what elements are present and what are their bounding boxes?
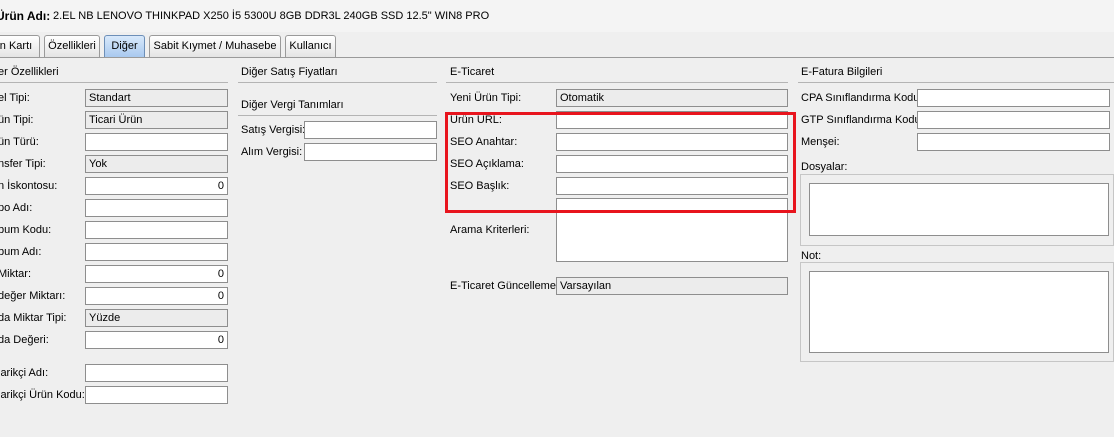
gtp-code-field[interactable]: [917, 111, 1110, 129]
model-type-label: el Tipi:: [0, 92, 30, 104]
origin-label: Menşei:: [801, 136, 840, 148]
highlight-annotation-box: [445, 112, 796, 213]
note-textarea[interactable]: [809, 271, 1109, 353]
discount-field[interactable]: 0: [85, 177, 228, 195]
cpa-code-field[interactable]: [917, 89, 1110, 107]
quantity-label: Miktar:: [0, 268, 31, 280]
gtp-code-label: GTP Sınıflandırma Kodu:: [801, 114, 924, 126]
value-quantity-field[interactable]: 0: [85, 287, 228, 305]
quantity-field[interactable]: 0: [85, 265, 228, 283]
product-kind-field[interactable]: [85, 133, 228, 151]
transfer-type-label: nsfer Tipi:: [0, 158, 46, 170]
group-name-field[interactable]: [85, 199, 228, 217]
product-type-label: ün Tipi:: [0, 114, 34, 126]
ecommerce-separator: [446, 82, 788, 83]
new-product-type-label: Yeni Ürün Tipi:: [450, 92, 522, 104]
model-type-field[interactable]: Standart: [85, 89, 228, 107]
header-bar: Ürün Adı: 2.EL NB LENOVO THINKPAD X250 İ…: [0, 0, 1114, 32]
einvoice-title: E-Fatura Bilgileri: [801, 66, 883, 78]
sales-tax-field[interactable]: [304, 121, 437, 139]
other-prices-title: Diğer Satış Fiyatları: [241, 66, 338, 78]
sales-tax-label: Satış Vergisi:: [241, 124, 306, 136]
supplier-product-code-label: larikçi Ürün Kodu:: [0, 389, 85, 401]
group-name-label: po Adı:: [0, 202, 33, 214]
transfer-type-field[interactable]: Yok: [85, 155, 228, 173]
other-properties-title: er Özellikleri: [0, 66, 59, 78]
supplier-name-field[interactable]: [85, 364, 228, 382]
quantity-type-field[interactable]: Yüzde: [85, 309, 228, 327]
tab-other[interactable]: Diğer: [104, 35, 145, 57]
cpa-code-label: CPA Sınıflandırma Kodu:: [801, 92, 923, 104]
tab-properties[interactable]: Özellikleri: [44, 35, 100, 57]
value-field[interactable]: 0: [85, 331, 228, 349]
purchase-tax-field[interactable]: [304, 143, 437, 161]
tab-user[interactable]: Kullanıcı: [285, 35, 336, 57]
purchase-tax-label: Alım Vergisi:: [241, 146, 303, 158]
product-kind-label: ün Türü:: [0, 136, 39, 148]
new-product-type-field[interactable]: Otomatik: [556, 89, 788, 107]
quantity-type-label: da Miktar Tipi:: [0, 312, 67, 324]
album-name-field[interactable]: [85, 243, 228, 261]
album-code-label: bum Kodu:: [0, 224, 52, 236]
files-list[interactable]: [809, 183, 1109, 236]
other-prices-separator: [238, 82, 437, 83]
product-name-value: 2.EL NB LENOVO THINKPAD X250 İ5 5300U 8G…: [53, 10, 490, 22]
other-tax-title: Diğer Vergi Tanımları: [241, 99, 344, 111]
tab-product-card[interactable]: n Kartı: [0, 35, 40, 57]
search-criteria-label: Arama Kriterleri:: [450, 224, 530, 236]
value-quantity-label: değer Miktarı:: [0, 290, 66, 302]
note-label: Not:: [801, 250, 822, 262]
supplier-name-label: larikçi Adı:: [0, 367, 49, 379]
product-name-label: Ürün Adı:: [0, 9, 51, 23]
product-type-field[interactable]: Ticari Ürün: [85, 111, 228, 129]
album-name-label: bum Adı:: [0, 246, 42, 258]
files-label: Dosyalar:: [801, 161, 848, 173]
origin-field[interactable]: [917, 133, 1110, 151]
other-properties-separator: [0, 82, 228, 83]
tab-fixed-asset-accounting[interactable]: Sabit Kıymet / Muhasebe: [149, 35, 281, 57]
ecommerce-title: E-Ticaret: [450, 66, 495, 78]
supplier-product-code-field[interactable]: [85, 386, 228, 404]
album-code-field[interactable]: [85, 221, 228, 239]
value-label: da Değeri:: [0, 334, 49, 346]
discount-label: n İskontosu:: [0, 180, 58, 192]
other-tax-separator: [238, 115, 437, 116]
ecommerce-update-label: E-Ticaret Güncelleme:: [450, 280, 560, 292]
einvoice-separator: [798, 82, 1114, 83]
ecommerce-update-field[interactable]: Varsayılan: [556, 277, 788, 295]
